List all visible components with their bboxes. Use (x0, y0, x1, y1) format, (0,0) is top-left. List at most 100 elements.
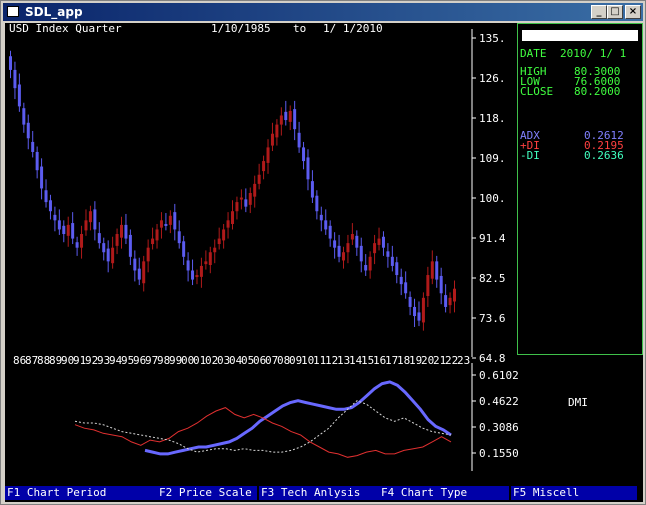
candle-body (266, 147, 270, 163)
candle-body (93, 209, 97, 230)
candle-body (350, 234, 354, 240)
candle-body (159, 220, 163, 228)
mdi-label: -DI (520, 149, 540, 162)
candle-body (408, 296, 412, 307)
mdi-value: 0.2636 (584, 149, 624, 162)
info-panel: DATE 2010/ 1/ 1 HIGH 80.3000 LOW 76.6000… (517, 23, 643, 355)
price-tick-label: 91.4 (479, 232, 506, 245)
candle-body (333, 240, 337, 248)
candle-body (88, 211, 92, 223)
title-bar[interactable]: SDL_app _ □ × (3, 3, 643, 21)
candle-body (31, 141, 35, 152)
f3-tech-analysis[interactable]: F3 Tech Anlysis (259, 486, 379, 500)
maximize-button[interactable]: □ (607, 5, 623, 19)
candle-body (275, 124, 279, 138)
candle-body (115, 234, 119, 246)
date-label: DATE (520, 47, 547, 60)
candle-body (453, 288, 456, 302)
date-to-word: to (293, 23, 306, 35)
dmi-tick-label: 0.4622 (479, 395, 519, 408)
candle-body (120, 224, 123, 238)
candle-body (435, 261, 439, 280)
candle-body (9, 56, 12, 70)
candle-body (448, 297, 452, 306)
candle-body (155, 229, 159, 241)
candle-body (84, 220, 88, 231)
minimize-button[interactable]: _ (591, 5, 607, 19)
price-tick-label: 73.6 (479, 312, 506, 325)
candle-body (151, 238, 155, 245)
candle-body (75, 242, 79, 248)
candle-body (231, 211, 234, 224)
candle-body (413, 306, 417, 317)
candle-body (293, 109, 297, 130)
symbol-label: USD Index Quarter (9, 23, 122, 35)
candle-body (239, 197, 243, 200)
candle-body (444, 295, 448, 307)
candle-body (217, 238, 221, 245)
candle-body (57, 220, 61, 230)
candle-body (253, 183, 257, 197)
date-value: 2010/ 1/ 1 (560, 47, 627, 60)
candle-body (319, 214, 323, 221)
close-value: 80.2000 (574, 85, 621, 98)
pdi-line (74, 407, 452, 458)
candle-body (284, 111, 288, 121)
candle-body (80, 234, 84, 248)
candle-body (386, 251, 390, 257)
candle-body (430, 261, 434, 279)
candle-body (168, 215, 172, 225)
f1-chart-period[interactable]: F1 Chart Period (5, 486, 157, 500)
candle-body (44, 190, 48, 203)
candle-body (40, 166, 44, 189)
candle-body (302, 147, 306, 162)
f2-price-scale[interactable]: F2 Price Scale (157, 486, 257, 500)
candle-body (26, 122, 30, 139)
price-tick-label: 135. (479, 32, 506, 45)
info-input-box[interactable] (522, 30, 638, 41)
candle-body (142, 261, 146, 284)
candle-body (297, 132, 301, 148)
candle-body (373, 243, 377, 254)
candle-body (279, 115, 283, 125)
mdi-line (74, 400, 452, 453)
candle-body (106, 248, 110, 262)
candle-body (124, 224, 128, 239)
candle-body (133, 258, 137, 271)
candle-body (71, 223, 75, 239)
candle-body (128, 234, 132, 257)
candle-body (97, 233, 101, 244)
candle-body (102, 243, 106, 253)
price-tick-label: 109. (479, 152, 506, 165)
price-tick-label: 126. (479, 72, 506, 85)
candle-body (199, 265, 203, 277)
f4-chart-type[interactable]: F4 Chart Type (379, 486, 509, 500)
candle-body (208, 252, 212, 266)
date-to: 1/ 1/2010 (323, 23, 383, 35)
f5-miscell[interactable]: F5 Miscell (511, 486, 637, 500)
close-label: CLOSE (520, 85, 554, 98)
close-button[interactable]: × (625, 5, 641, 19)
candle-body (182, 241, 186, 257)
candle-body (399, 276, 403, 285)
candle-body (111, 247, 115, 264)
candle-body (177, 231, 181, 244)
price-tick-label: 118. (479, 112, 506, 125)
function-key-bar: F1 Chart Period F2 Price Scale F3 Tech A… (5, 486, 643, 500)
x-tick-label: 23 (457, 354, 470, 367)
adx-line (144, 380, 452, 456)
candle-body (355, 235, 359, 248)
candle-body (426, 275, 430, 297)
candle-body (244, 199, 248, 207)
candle-body (262, 161, 266, 172)
app-icon (7, 6, 19, 17)
candle-body (248, 192, 252, 205)
candle-body (390, 256, 394, 266)
chart-screen[interactable]: USD Index Quarter 1/10/1985 to 1/ 1/2010… (5, 23, 643, 502)
dmi-tick-label: 0.1550 (479, 447, 519, 460)
candle-body (226, 220, 230, 228)
candle-body (364, 265, 368, 271)
candle-body (337, 245, 341, 257)
candle-body (66, 224, 70, 236)
candle-body (213, 247, 217, 253)
